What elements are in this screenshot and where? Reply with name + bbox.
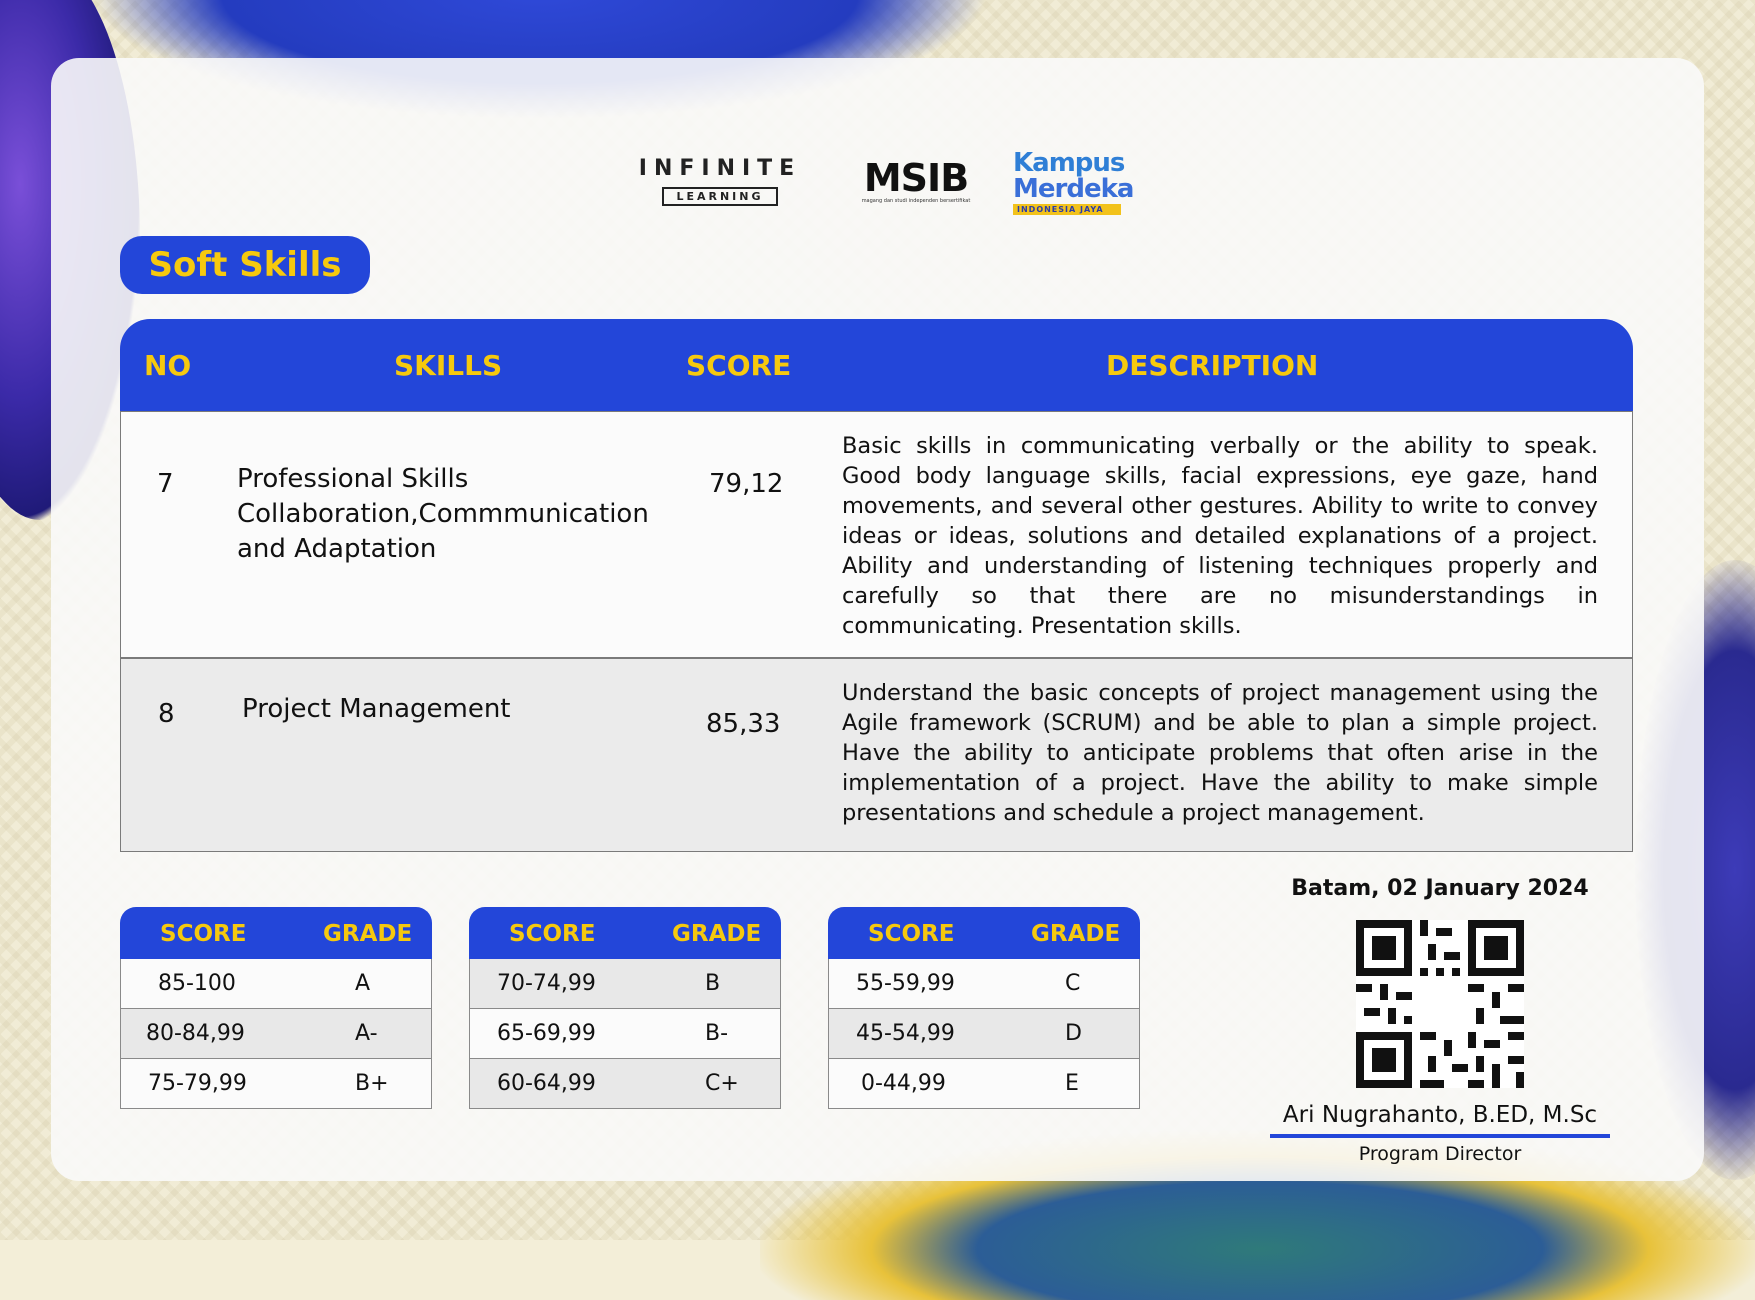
header-description: DESCRIPTION xyxy=(1106,349,1319,382)
msib-logo-tag: magang dan studi independen bersertifika… xyxy=(861,198,971,204)
row-score: 85,33 xyxy=(706,709,781,739)
grade-row: 60-64,99 C+ xyxy=(469,1059,781,1109)
grade-row: 70-74,99 B xyxy=(469,959,781,1009)
grade-score: 60-64,99 xyxy=(497,1071,596,1096)
skill-line: Collaboration,Commmunication xyxy=(237,499,649,529)
grade-row: 80-84,99 A- xyxy=(120,1009,432,1059)
skill-line: Project Management xyxy=(242,694,511,724)
grade-header-grade: GRADE xyxy=(323,921,413,947)
grade-letter: A xyxy=(355,971,371,996)
grade-letter: A- xyxy=(355,1021,378,1046)
kampus-logo-line1: Kampus xyxy=(1013,148,1125,178)
grade-score: 65-69,99 xyxy=(497,1021,596,1046)
row-no: 7 xyxy=(157,469,174,499)
grade-row: 75-79,99 B+ xyxy=(120,1059,432,1109)
qr-code[interactable] xyxy=(1356,920,1524,1088)
skill-line: and Adaptation xyxy=(237,534,437,564)
table-row: 8 Project Management 85,33 Understand th… xyxy=(120,658,1633,852)
grade-row: 45-54,99 D xyxy=(828,1009,1140,1059)
signature-underline xyxy=(1270,1134,1610,1138)
grade-score: 0-44,99 xyxy=(861,1071,946,1096)
table-row: 7 Professional Skills Collaboration,Comm… xyxy=(120,411,1633,658)
row-skill: Professional Skills Collaboration,Commmu… xyxy=(237,462,649,567)
infinite-logo-sub: LEARNING xyxy=(662,187,778,206)
grade-header-grade: GRADE xyxy=(1031,921,1121,947)
msib-logo: MSIB magang dan studi independen bersert… xyxy=(852,158,980,204)
grade-table-header: SCORE GRADE xyxy=(828,907,1140,959)
grade-table-1: SCORE GRADE 85-100 A 80-84,99 A- 75-79,9… xyxy=(120,907,432,1109)
signatory-name: Ari Nugrahanto, B.ED, M.Sc xyxy=(1282,1102,1598,1128)
row-score: 79,12 xyxy=(709,469,784,499)
grade-header-score: SCORE xyxy=(509,921,596,947)
grade-table-header: SCORE GRADE xyxy=(120,907,432,959)
grade-score: 55-59,99 xyxy=(856,971,955,996)
grade-score: 45-54,99 xyxy=(856,1021,955,1046)
signatory-role: Program Director xyxy=(1358,1143,1522,1165)
grade-letter: E xyxy=(1065,1071,1079,1096)
grade-row: 65-69,99 B- xyxy=(469,1009,781,1059)
skills-table-header: NO SKILLS SCORE DESCRIPTION xyxy=(120,319,1633,411)
grade-table-3: SCORE GRADE 55-59,99 C 45-54,99 D 0-44,9… xyxy=(828,907,1140,1109)
grade-row: 85-100 A xyxy=(120,959,432,1009)
grade-letter: B+ xyxy=(355,1071,389,1096)
header-score: SCORE xyxy=(686,349,792,382)
grade-header-score: SCORE xyxy=(160,921,247,947)
grade-table-header: SCORE GRADE xyxy=(469,907,781,959)
grade-letter: C xyxy=(1065,971,1081,996)
place-and-date: Batam, 02 January 2024 xyxy=(1291,876,1589,901)
kampus-logo-line2: Merdeka xyxy=(1013,174,1134,204)
grade-score: 70-74,99 xyxy=(497,971,596,996)
grade-table-2: SCORE GRADE 70-74,99 B 65-69,99 B- 60-64… xyxy=(469,907,781,1109)
grade-letter: C+ xyxy=(705,1071,739,1096)
grade-row: 55-59,99 C xyxy=(828,959,1140,1009)
grade-header-score: SCORE xyxy=(868,921,955,947)
grade-letter: B xyxy=(705,971,721,996)
grade-score: 85-100 xyxy=(158,971,236,996)
infinite-logo-word: INFINITE xyxy=(638,156,802,181)
row-description: Basic skills in communicating verbally o… xyxy=(842,433,1598,639)
row-description: Understand the basic concepts of project… xyxy=(842,680,1598,826)
row-skill: Project Management xyxy=(242,692,511,727)
grade-score: 75-79,99 xyxy=(148,1071,247,1096)
section-title: Soft Skills xyxy=(120,236,370,294)
header-no: NO xyxy=(144,349,192,382)
grade-letter: B- xyxy=(705,1021,729,1046)
grade-score: 80-84,99 xyxy=(146,1021,245,1046)
grade-letter: D xyxy=(1065,1021,1082,1046)
header-skills: SKILLS xyxy=(394,349,503,382)
grade-row: 0-44,99 E xyxy=(828,1059,1140,1109)
skill-line: Professional Skills xyxy=(237,464,469,494)
grade-header-grade: GRADE xyxy=(672,921,762,947)
row-no: 8 xyxy=(158,699,175,729)
kampus-merdeka-logo: Kampus Merdeka INDONESIA JAYA xyxy=(1013,150,1135,215)
kampus-logo-band: INDONESIA JAYA xyxy=(1013,204,1121,215)
msib-logo-word: MSIB xyxy=(863,156,969,200)
infinite-learning-logo: INFINITE LEARNING xyxy=(627,156,813,206)
